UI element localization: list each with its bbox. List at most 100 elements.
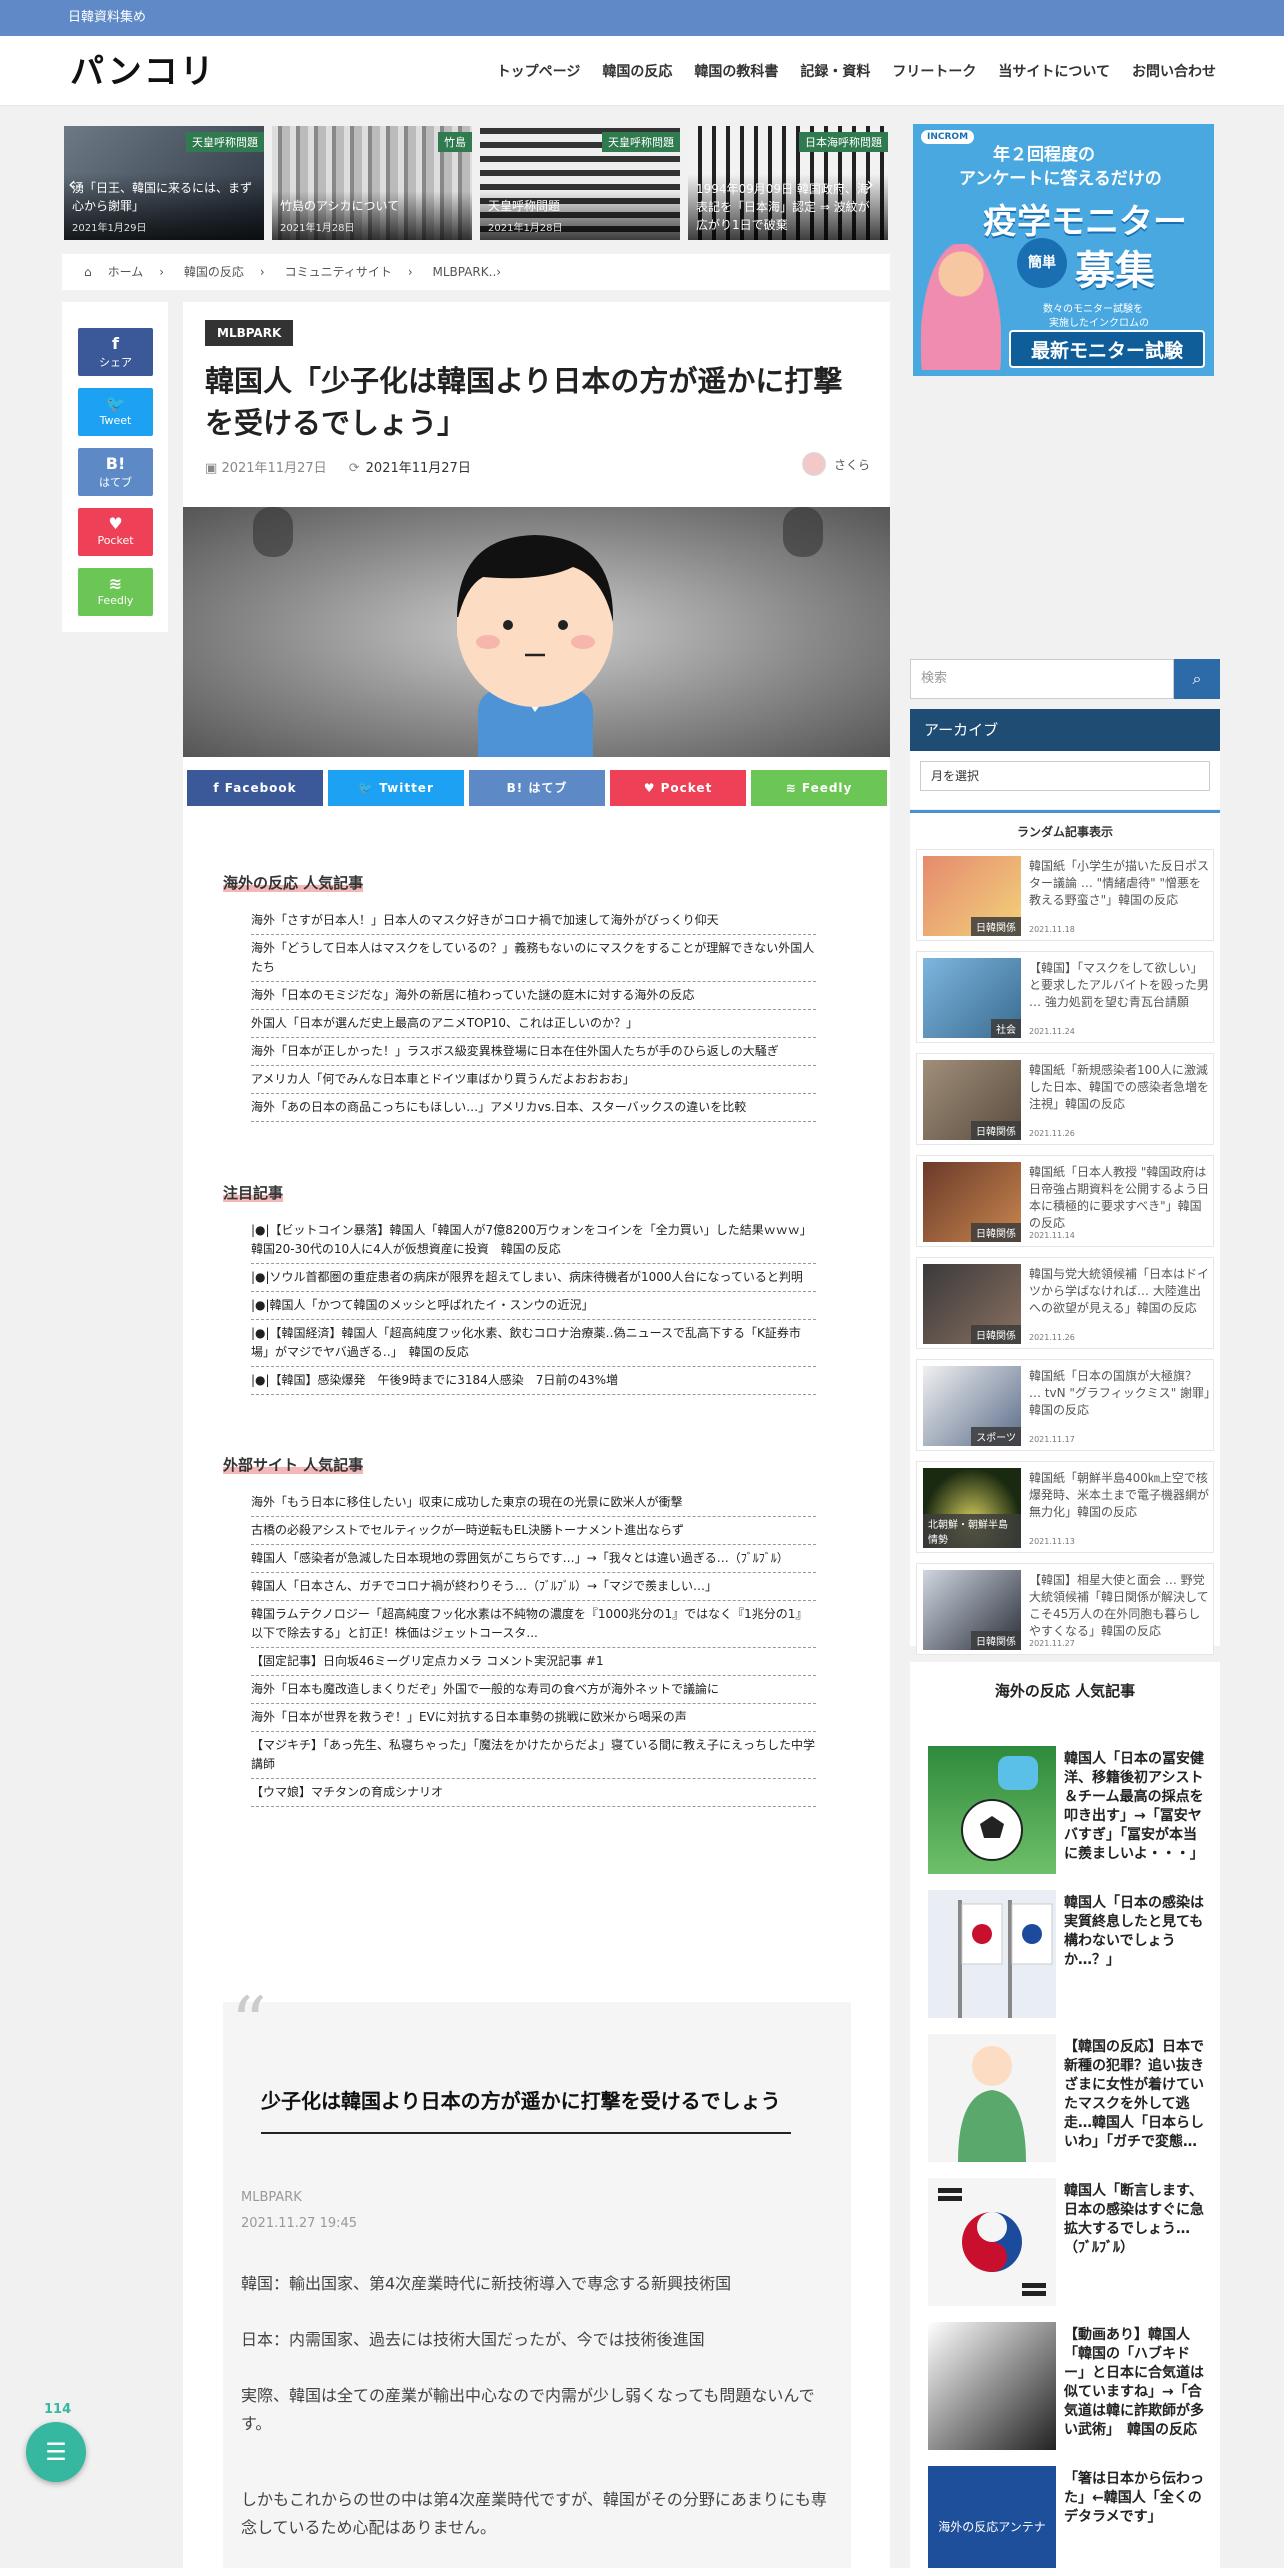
popular-item[interactable]: 韓国人「断言します、日本の感染はすぐに急拡大するでしょう…（ﾌﾞﾙﾌﾞﾙ） [920, 2178, 1210, 2310]
search-icon: ⌕ [1192, 669, 1202, 688]
ad-banner[interactable]: INCROM 年２回程度の アンケートに答えるだけの 疫学モニター 簡単 募集 … [913, 124, 1214, 376]
list-item[interactable]: |●|【韓国】感染爆発 午後9時までに3184人感染 7日前の43%増 [251, 1367, 816, 1395]
random-item[interactable]: 日韓関係 韓国紙「日本人教授 "韓国政府は日帝強占期資料を公開するよう日本に積極的… [916, 1155, 1214, 1247]
ad-headline: 疫学モニター [983, 202, 1187, 242]
share-label: はてブ [99, 476, 132, 489]
nav-top[interactable]: トップページ [497, 61, 581, 81]
chevron-right-icon[interactable]: › [866, 172, 874, 196]
quote-paragraph: しかもこれからの世の中は第4次産業時代ですが、韓国がその分野にあまりにも専念して… [241, 2490, 827, 2537]
popular-item[interactable]: 海外の反応アンテナ 「箸は日本から伝わった」←韓国人「全くのデタラメです」 [920, 2466, 1210, 2568]
random-item-date: 2021.11.24 [1029, 1027, 1075, 1036]
thumbnail: 社会 [923, 958, 1021, 1038]
random-item[interactable]: 日韓関係 【韓国】相星大使と面会 … 野党大統領候補「韓日関係が解決してこそ45万… [916, 1563, 1214, 1655]
list-item[interactable]: 海外「日本が世界を救うぞ！」EVに対抗する日本車勢の挑戦に欧米から喝采の声 [251, 1704, 816, 1732]
search-button[interactable]: ⌕ [1174, 659, 1220, 699]
nav-korea-reaction[interactable]: 韓国の反応 [602, 61, 672, 81]
list-item[interactable]: 【ウマ娘】マチタンの育成シナリオ [251, 1779, 816, 1807]
twitter-share-button[interactable]: 🐦 Twitter [328, 770, 464, 806]
breadcrumb-home[interactable]: ホーム [108, 265, 144, 279]
hatena-share-button[interactable]: B! はてブ [469, 770, 605, 806]
list-item[interactable]: 海外「もう日本に移住したい」収束に成功した東京の現在の光景に欧米人が衝撃 [251, 1489, 816, 1517]
random-item-title: 韓国与党大統領候補「日本はドイツから学ばなければ… 大陸進出への欲望が見える」韓… [1029, 1267, 1210, 1315]
pocket-icon: ♥ [108, 514, 123, 533]
list-item[interactable]: 韓国ラムテクノロジー「超高純度フッ化水素は不純物の濃度を『1000兆分の1』では… [251, 1601, 816, 1648]
breadcrumb-current: MLBPARK..› [432, 265, 502, 279]
list-item[interactable]: |●|ソウル首都圏の重症患者の病床が限界を超えてしまい、病床待機者が1000人台… [251, 1264, 816, 1292]
share-label: Tweet [99, 414, 132, 427]
list-item[interactable]: 外国人「日本が選んだ史上最高のアニメTOP10、これは正しいのか？」 [251, 1010, 816, 1038]
nav-textbook[interactable]: 韓国の教科書 [694, 61, 778, 81]
article: MLBPARK 韓国人「少子化は韓国より日本の方が遥かに打撃を受けるでしょう」 … [183, 302, 890, 2568]
popular-item[interactable]: 【韓国の反応】日本で新種の犯罪？追い抜きざまに女性が着けていたマスクを外して逃走… [920, 2034, 1210, 2166]
breadcrumb-category[interactable]: 韓国の反応 [184, 265, 244, 279]
slider-item[interactable]: 天皇呼称問題 天皇呼称問題 2021年1月28日 [480, 126, 680, 240]
list-item[interactable]: アメリカ人「何でみんな日本車とドイツ車ばかり買うんだよおおおお」 [251, 1066, 816, 1094]
list-item[interactable]: 韓国人「感染者が急減した日本現地の雰囲気がこちらです…」→「我々とは違い過ぎる…… [251, 1545, 816, 1573]
quote-title: 少子化は韓国より日本の方が遥かに打撃を受けるでしょう [261, 2084, 791, 2134]
nav-about[interactable]: 当サイトについて [998, 61, 1110, 81]
slider-item[interactable]: 竹島 竹島のアシカについて 2021年1月28日 [272, 126, 472, 240]
author[interactable]: さくら [801, 452, 870, 476]
slider-item[interactable]: 天皇呼称問題 湧「日王、韓国に来るには、まず心から謝罪」 2021年1月29日 ‹ [64, 126, 264, 240]
popular-item[interactable]: 【動画あり】韓国人「韓国の「ハブキドー」と日本に合気道は似ていますね」→「合気道… [920, 2322, 1210, 2454]
slide-date: 2021年1月28日 [488, 223, 563, 234]
random-articles-widget: ランダム記事表示 日韓関係 韓国紙「小学生が描いた反日ポスター議論 … "情緒虐待… [910, 810, 1220, 1655]
random-item[interactable]: 日韓関係 韓国与党大統領候補「日本はドイツから学ばなければ… 大陸進出への欲望が見… [916, 1257, 1214, 1349]
random-item[interactable]: 日韓関係 韓国紙「小学生が描いた反日ポスター議論 … "情緒虐待" "憎悪を教える… [916, 849, 1214, 941]
list-item[interactable]: |●|韓国人「かつて韓国のメッシと呼ばれたイ・スンウの近況」 [251, 1292, 816, 1320]
random-item[interactable]: 北朝鮮・朝鮮半島情勢 韓国紙「朝鮮半島400㎞上空で核爆発時、米本土まで電子機器網… [916, 1461, 1214, 1553]
archive-select[interactable]: 月を選択 [920, 761, 1210, 791]
list-item[interactable]: 海外「どうして日本人はマスクをしているの？」義務もないのにマスクをすることが理解… [251, 935, 816, 982]
nav-records[interactable]: 記録・資料 [800, 61, 870, 81]
category-badge[interactable]: MLBPARK [205, 320, 294, 346]
random-title: ランダム記事表示 [1016, 825, 1113, 839]
list-item[interactable]: 海外「あの日本の商品こっちにもほしい…」アメリカvs.日本、スターバックスの違い… [251, 1094, 816, 1122]
list-item[interactable]: 海外「日本が正しかった！」ラスボス級変異株登場に日本在住外国人たちが手のひら返し… [251, 1038, 816, 1066]
ad-headline2: 募集 [1075, 248, 1155, 294]
random-item[interactable]: 日韓関係 韓国紙「新規感染者100人に激減した日本、韓国での感染者急増を注視」韓国… [916, 1053, 1214, 1145]
list-item[interactable]: 韓国人「日本さん、ガチでコロナ禍が終わりそう…（ﾌﾞﾙﾌﾞﾙ）→「マジで羨ましい… [251, 1573, 816, 1601]
random-item[interactable]: 社会 【韓国】「マスクをして欲しい」と要求したアルバイトを殴った男 … 強力処罰を… [916, 951, 1214, 1043]
facebook-share-button[interactable]: f シェア [78, 328, 153, 376]
chat-button[interactable]: ☰ [26, 2422, 86, 2482]
random-item-title: 韓国紙「日本人教授 "韓国政府は日帝強占期資料を公開するよう日本に積極的に要求す… [1029, 1165, 1210, 1230]
slide-caption: 天皇呼称問題 2021年1月28日 [480, 191, 680, 240]
external-popular-section: 外部サイト 人気記事 海外「もう日本に移住したい」収束に成功した東京の現在の光景… [223, 1454, 823, 1807]
popular-item[interactable]: 韓国人「日本の冨安健洋、移籍後初アシスト＆チーム最高の採点を叩き出す」→「冨安ヤ… [920, 1746, 1210, 1878]
list-item[interactable]: 海外「さすが日本人！」日本人のマスク好きがコロナ禍で加速して海外がびっくり仰天 [251, 907, 816, 935]
random-item[interactable]: スポーツ 韓国紙「日本の国旗が大極旗？ … tvN "グラフィックミス" 謝罪」韓… [916, 1359, 1214, 1451]
calendar-icon: ▣ [205, 461, 218, 476]
quote-datetime: 2021.11.27 19:45 [241, 2216, 358, 2231]
chevron-left-icon[interactable]: ‹ [68, 172, 76, 196]
list-item[interactable]: 海外「日本のモミジだな」海外の新居に植わっていた謎の庭木に対する海外の反応 [251, 982, 816, 1010]
slide-caption: 1994年09月09日 韓国政府、海表記を「日本海」認定 ⇒ 波紋が広がり1日で… [688, 174, 888, 240]
list-item[interactable]: 海外「日本も魔改造しまくりだぞ」外国で一般的な寿司の食べ方が海外ネットで議論に [251, 1676, 816, 1704]
hatena-button[interactable]: B! はてブ [78, 448, 153, 496]
pocket-button[interactable]: ♥ Pocket [78, 508, 153, 556]
feedly-share-button[interactable]: ≋ Feedly [751, 770, 887, 806]
list-item[interactable]: 古橋の必殺アシストでセルティックが一時逆転もEL決勝トーナメント進出ならず [251, 1517, 816, 1545]
popular-item-title: 韓国人「日本の感染は実質終息したと見ても構わないでしょうか…？」 [1064, 1895, 1204, 1968]
list-item[interactable]: 【固定記事】日向坂46ミーグリ定点カメラ コメント実況記事 #1 [251, 1648, 816, 1676]
list-item[interactable]: |●|【ビットコイン暴落】韓国人「韓国人が7億8200万ウォンをコインを「全力買… [251, 1217, 816, 1264]
ad-woman-illustration [921, 244, 1001, 370]
header: パンコリ トップページ 韓国の反応 韓国の教科書 記録・資料 フリートーク 当サ… [0, 36, 1284, 106]
popular-item[interactable]: 韓国人「日本の感染は実質終息したと見ても構わないでしょうか…？」 [920, 1890, 1210, 2022]
chat-icon: ☰ [45, 2438, 67, 2466]
list-item[interactable]: 【マジキチ】「あっ先生、私寝ちゃった」「魔法をかけたからだよ」寝ている間に教え子… [251, 1732, 816, 1779]
nav-contact[interactable]: お問い合わせ [1132, 61, 1216, 81]
pocket-share-button[interactable]: ♥ Pocket [610, 770, 746, 806]
author-name: さくら [833, 457, 870, 472]
feedly-button[interactable]: ≋ Feedly [78, 568, 153, 616]
nav-free-talk[interactable]: フリートーク [892, 61, 976, 81]
facebook-share-button[interactable]: f Facebook [187, 770, 323, 806]
slide-category: 竹島 [438, 132, 472, 152]
tweet-button[interactable]: 🐦 Tweet [78, 388, 153, 436]
site-logo[interactable]: パンコリ [70, 54, 216, 90]
search-input[interactable]: 検索 [910, 659, 1174, 699]
slider-item[interactable]: 日本海呼称問題 1994年09月09日 韓国政府、海表記を「日本海」認定 ⇒ 波… [688, 126, 888, 240]
breadcrumb-subcategory[interactable]: コミュニティサイト [285, 265, 392, 279]
list-item[interactable]: |●|【韓国経済】韓国人「超高純度フッ化水素、飲むコロナ治療薬‥偽ニュースで乱高… [251, 1320, 816, 1367]
random-item-date: 2021.11.17 [1029, 1435, 1075, 1444]
thumbnail [928, 2322, 1056, 2450]
